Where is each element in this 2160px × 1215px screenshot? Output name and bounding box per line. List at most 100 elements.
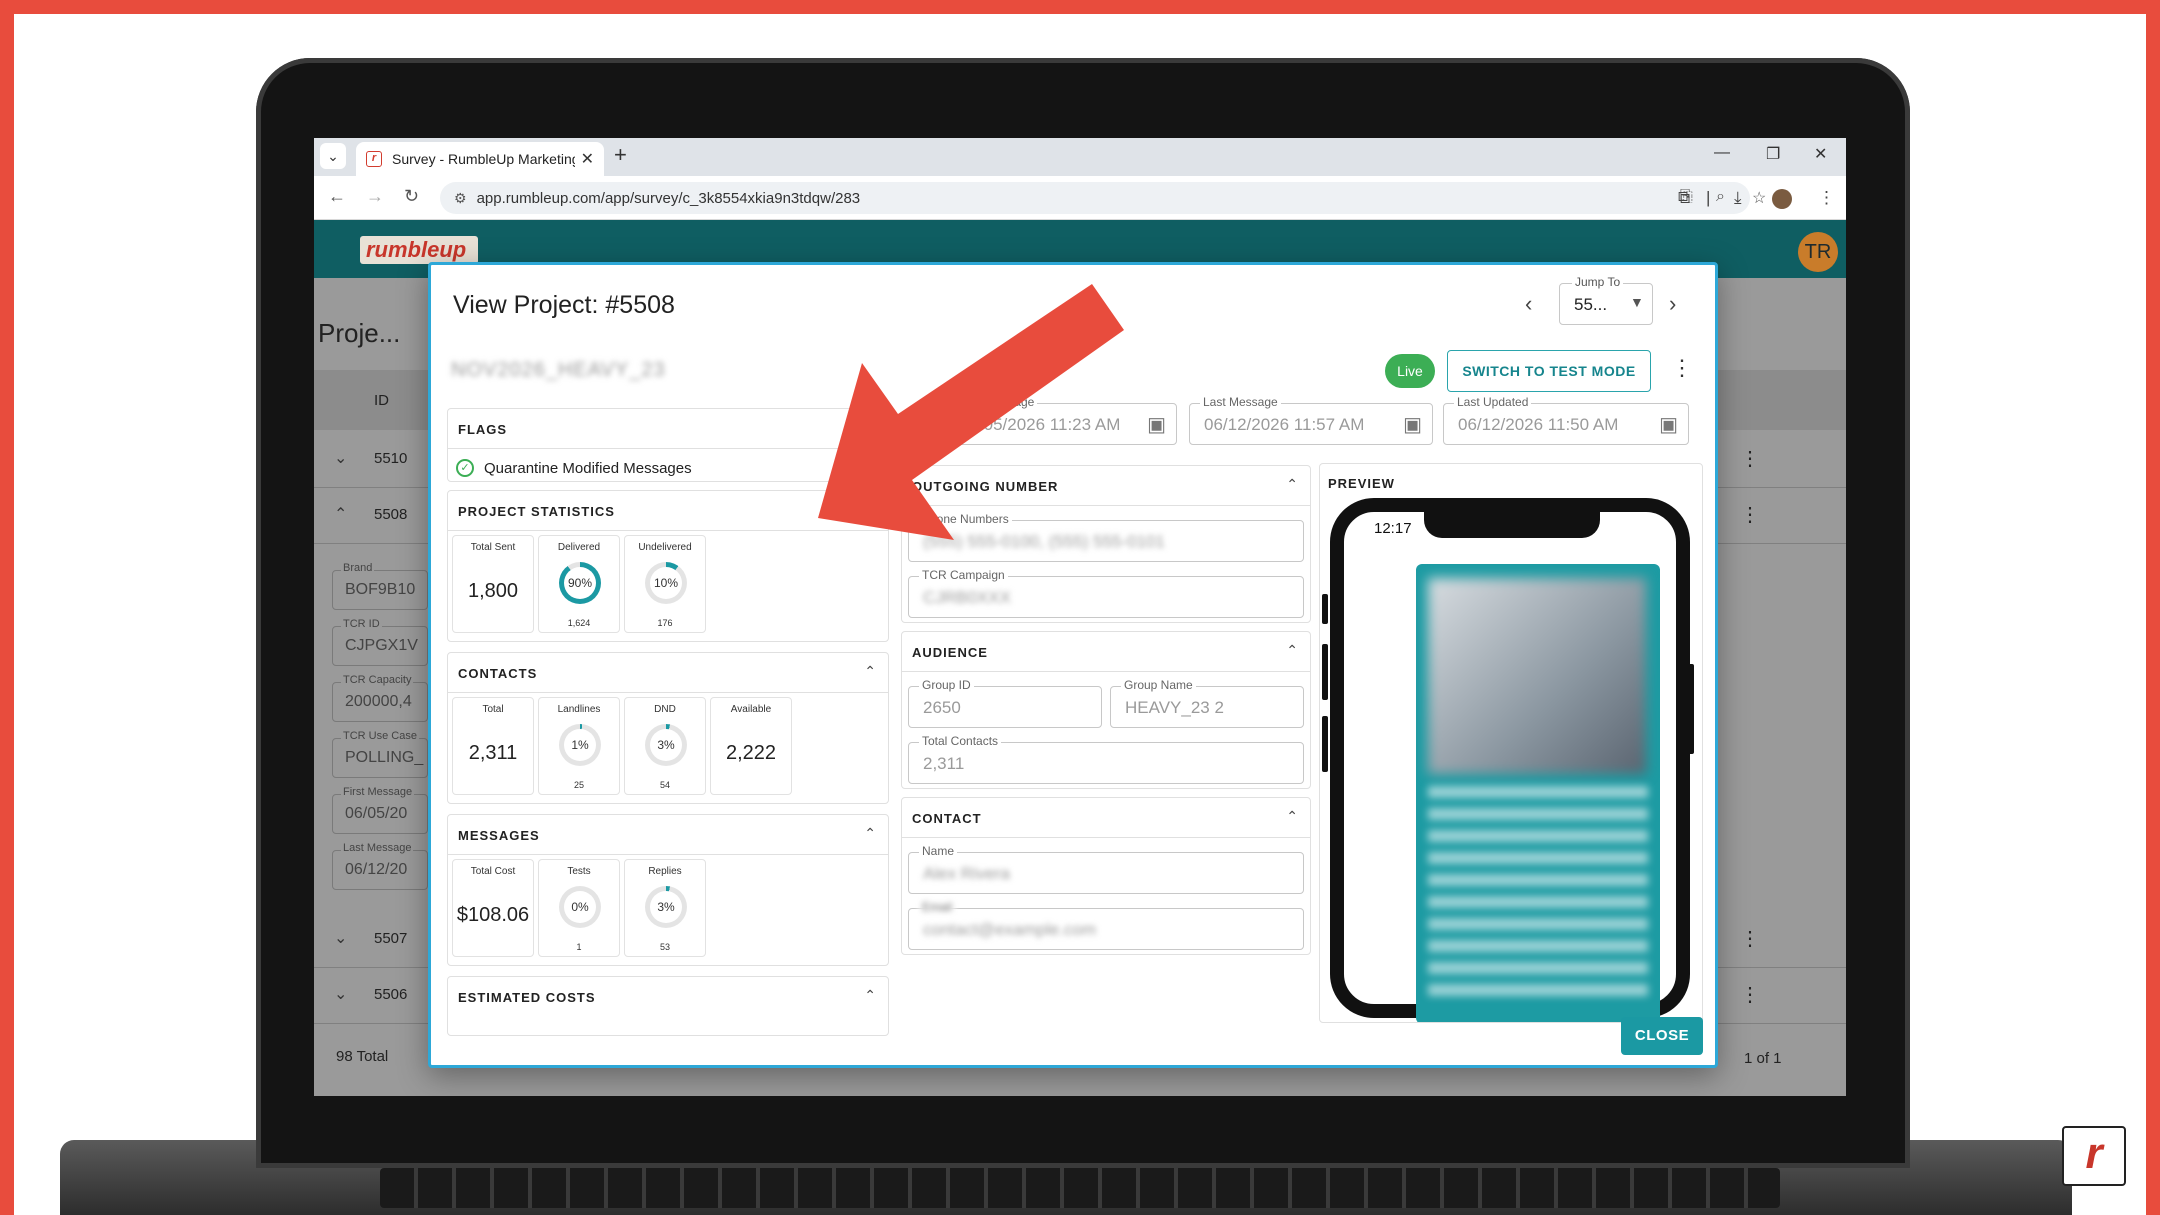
row-menu-icon[interactable]: ⋮ (1740, 926, 1760, 951)
audience-header[interactable]: AUDIENCE ⌃ (902, 632, 1310, 672)
detail-label: TCR Capacity (341, 674, 414, 686)
collapse-caret-icon[interactable]: ⌃ (1286, 642, 1298, 659)
card-title: MESSAGES (458, 828, 540, 843)
total-contacts-field[interactable]: Total Contacts 2,311 (908, 734, 1304, 784)
row-menu-icon[interactable]: ⋮ (1740, 982, 1760, 1007)
next-project-icon[interactable]: › (1669, 291, 1676, 317)
back-icon[interactable]: ← (328, 186, 346, 207)
jump-to-label: Jump To (1572, 275, 1624, 289)
field-label: First Message (956, 395, 1038, 409)
user-avatar[interactable]: TR (1798, 232, 1838, 272)
rumbleup-favicon-icon: r (366, 151, 382, 167)
field-label: TCR Campaign (919, 568, 1008, 582)
site-info-icon[interactable]: ⚙ (454, 190, 467, 207)
detail-label: Brand (341, 562, 375, 574)
detail-value: 06/05/20 (345, 805, 408, 822)
row-menu-icon[interactable]: ⋮ (1740, 502, 1760, 527)
collapse-caret-icon[interactable]: ⌃ (1286, 476, 1298, 493)
stat-value: 2,311 (468, 742, 518, 764)
expand-chevron-icon[interactable]: ⌄ (334, 928, 347, 948)
progress-ring: 90% (559, 562, 601, 604)
group-id-field[interactable]: Group ID 2650 (908, 678, 1102, 728)
divider-icon: | (1706, 188, 1711, 207)
app-logo[interactable]: rumbleup (360, 236, 478, 264)
field-value: 2,311 (923, 754, 965, 773)
zoom-icon[interactable]: ⌕ (1716, 188, 1725, 206)
previous-project-icon[interactable]: ‹ (1525, 291, 1532, 317)
stat-total-sent: Total Sent 1,800 (452, 535, 534, 633)
ring-percent: 3% (650, 891, 682, 923)
flags-card: FLAGS ✓ Quarantine Modified Messages (447, 408, 889, 482)
collapse-caret-icon[interactable]: ⌃ (864, 987, 876, 1004)
phone-time: 12:17 (1374, 520, 1412, 537)
field-value: Alex Rivera (923, 864, 1010, 883)
flag-label: Quarantine Modified Messages (484, 459, 692, 477)
url-bar[interactable]: ⚙ app.rumbleup.com/app/survey/c_3k8554xk… (440, 182, 1766, 214)
outgoing-number-header[interactable]: OUTGOING NUMBER ⌃ (902, 466, 1310, 506)
project-statistics-header[interactable]: PROJECT STATISTICS ⌃ (448, 491, 888, 531)
detail-field: TCR ID CJPGX1V (332, 618, 428, 666)
first-message-field[interactable]: First Message 06/05/2026 11:23 AM ▣ (945, 395, 1177, 445)
flags-header: FLAGS (448, 409, 888, 449)
contact-name-field[interactable]: Name Alex Rivera (908, 844, 1304, 894)
window-close-icon[interactable]: ✕ (1814, 144, 1827, 164)
collapse-caret-icon[interactable]: ⌃ (864, 825, 876, 842)
extensions-icon[interactable]: ⧉ (1678, 188, 1690, 208)
calendar-icon[interactable]: ▣ (1147, 412, 1166, 437)
collapse-caret-icon[interactable]: ⌃ (864, 663, 876, 680)
dropdown-caret-icon: ▼ (1630, 294, 1644, 310)
column-id: ID (374, 392, 389, 409)
contacts-header[interactable]: CONTACTS ⌃ (448, 653, 888, 693)
profile-avatar[interactable] (1772, 189, 1792, 209)
detail-value: 06/12/20 (345, 861, 408, 878)
collapse-chevron-icon[interactable]: ⌃ (334, 504, 347, 524)
card-title: CONTACT (912, 811, 982, 826)
expand-chevron-icon[interactable]: ⌄ (334, 448, 347, 468)
field-value: (555) 555-0100, (555) 555-0101 (923, 532, 1165, 551)
download-icon[interactable]: ⤓ (1734, 188, 1742, 208)
more-options-icon[interactable]: ⋮ (1671, 355, 1693, 381)
ring-percent: 3% (650, 729, 682, 761)
row-id: 5506 (374, 986, 408, 1003)
tcr-campaign-field[interactable]: TCR Campaign CJRB0XXX (908, 568, 1304, 618)
phone-numbers-field[interactable]: Phone Numbers (555) 555-0100, (555) 555-… (908, 512, 1304, 562)
new-tab-icon[interactable]: + (614, 142, 627, 168)
row-menu-icon[interactable]: ⋮ (1740, 446, 1760, 471)
messages-header[interactable]: MESSAGES ⌃ (448, 815, 888, 855)
modal-title: View Project: #5508 (453, 291, 675, 319)
stat-label: Total Sent (470, 542, 516, 553)
browser-tab[interactable]: r Survey - RumbleUp Marketing ✕ (356, 142, 604, 176)
minimize-icon[interactable]: — (1714, 144, 1730, 162)
detail-field: TCR Capacity 200000,4 (332, 674, 428, 722)
last-message-field[interactable]: Last Message 06/12/2026 11:57 AM ▣ (1189, 395, 1433, 445)
browser-menu-icon[interactable]: ⋮ (1818, 188, 1835, 208)
bookmark-star-icon[interactable]: ☆ (1752, 188, 1766, 208)
forward-icon[interactable]: → (366, 186, 384, 207)
stat-count: 1,624 (567, 618, 591, 628)
browser-tabbar: ⌄ r Survey - RumbleUp Marketing ✕ + — ❐ … (314, 138, 1846, 176)
detail-label: TCR ID (341, 618, 382, 630)
detail-value: 200000,4 (345, 693, 412, 710)
field-value: 2650 (923, 698, 961, 717)
reload-icon[interactable]: ↻ (404, 186, 419, 207)
field-value: CJRB0XXX (923, 588, 1011, 607)
collapse-caret-icon[interactable]: ⌃ (1286, 808, 1298, 825)
contact-header[interactable]: CONTACT ⌃ (902, 798, 1310, 838)
group-name-field[interactable]: Group Name HEAVY_23 2 (1110, 678, 1304, 728)
field-label: Last Updated (1454, 395, 1532, 409)
expand-chevron-icon[interactable]: ⌄ (334, 984, 347, 1004)
collapse-caret-icon[interactable]: ⌃ (864, 501, 876, 518)
stat-label: Delivered (557, 542, 601, 553)
calendar-icon[interactable]: ▣ (1403, 412, 1422, 437)
contact-email-field[interactable]: Email contact@example.com (908, 900, 1304, 950)
jump-to-select[interactable]: Jump To 55... ▼ (1559, 275, 1653, 325)
close-button[interactable]: CLOSE (1621, 1017, 1703, 1055)
calendar-icon[interactable]: ▣ (1659, 412, 1678, 437)
audience-card: AUDIENCE ⌃ Group ID 2650 Group Name HEAV… (901, 631, 1311, 789)
tab-search-dropdown-icon[interactable]: ⌄ (320, 143, 346, 169)
last-updated-field[interactable]: Last Updated 06/12/2026 11:50 AM ▣ (1443, 395, 1689, 445)
estimated-costs-header[interactable]: ESTIMATED COSTS ⌃ (448, 977, 888, 1017)
restore-icon[interactable]: ❐ (1766, 144, 1780, 164)
switch-test-mode-button[interactable]: SWITCH TO TEST MODE (1447, 350, 1651, 392)
tab-close-icon[interactable]: ✕ (581, 149, 594, 169)
